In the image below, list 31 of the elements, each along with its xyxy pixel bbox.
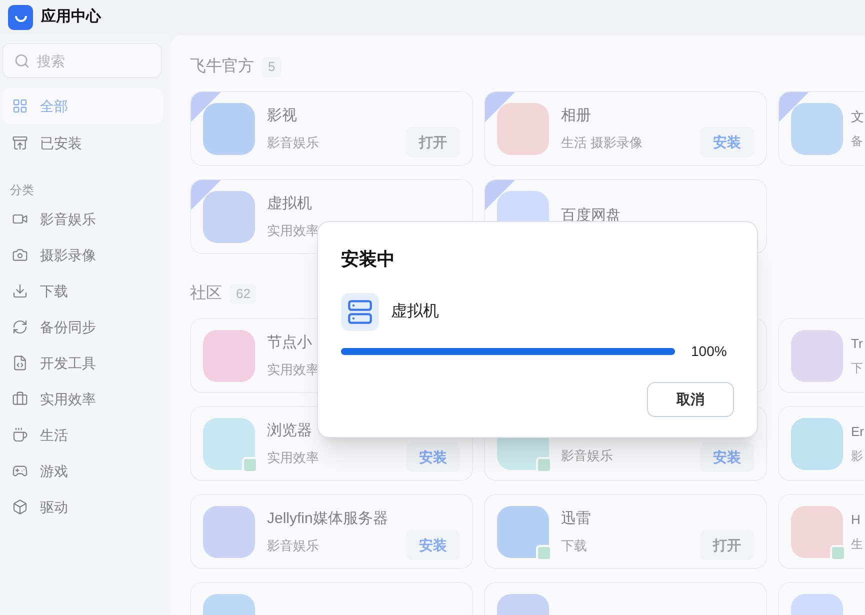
section-title: 飞牛官方 bbox=[190, 56, 254, 77]
app-category: 备 bbox=[851, 133, 864, 150]
app-category: 影音娱乐 bbox=[267, 134, 320, 152]
app-name: 虚拟机 bbox=[267, 194, 313, 214]
app-category: 生 bbox=[851, 536, 864, 554]
app-name: Jellyfin媒体服务器 bbox=[267, 508, 389, 528]
app-category: 影音娱乐 bbox=[561, 446, 614, 465]
app-name: Er bbox=[851, 422, 864, 441]
app-name: H bbox=[851, 510, 862, 529]
app-category: 下载 bbox=[561, 537, 588, 555]
app-name: 节点小 bbox=[267, 332, 313, 352]
section-title: 社区 bbox=[190, 284, 222, 304]
section-count: 5 bbox=[262, 57, 282, 77]
app-category: 生活 摄影录像 bbox=[561, 134, 644, 152]
app-name: 影视 bbox=[267, 106, 298, 126]
app-name: 文 bbox=[851, 108, 864, 126]
app-category: 实用效率 bbox=[267, 449, 320, 467]
app-category: 下 bbox=[851, 360, 864, 378]
app-name: 相册 bbox=[561, 106, 592, 126]
app-name: Tr bbox=[851, 334, 864, 353]
dialog-app-name: 虚拟机 bbox=[391, 302, 439, 322]
app-category: 实用效率 bbox=[267, 222, 320, 240]
section-count: 62 bbox=[230, 284, 256, 304]
app-name: 浏览器 bbox=[267, 420, 313, 440]
app-name: 迅雷 bbox=[561, 508, 592, 528]
app-category: 实用效率 bbox=[267, 361, 320, 379]
app-category: 影音娱乐 bbox=[267, 537, 320, 555]
category-heading: 分类 bbox=[9, 182, 35, 199]
app-category: 影 bbox=[851, 448, 864, 466]
window-title: 应用中心 bbox=[41, 7, 101, 28]
progress-percent: 100% bbox=[691, 342, 727, 361]
